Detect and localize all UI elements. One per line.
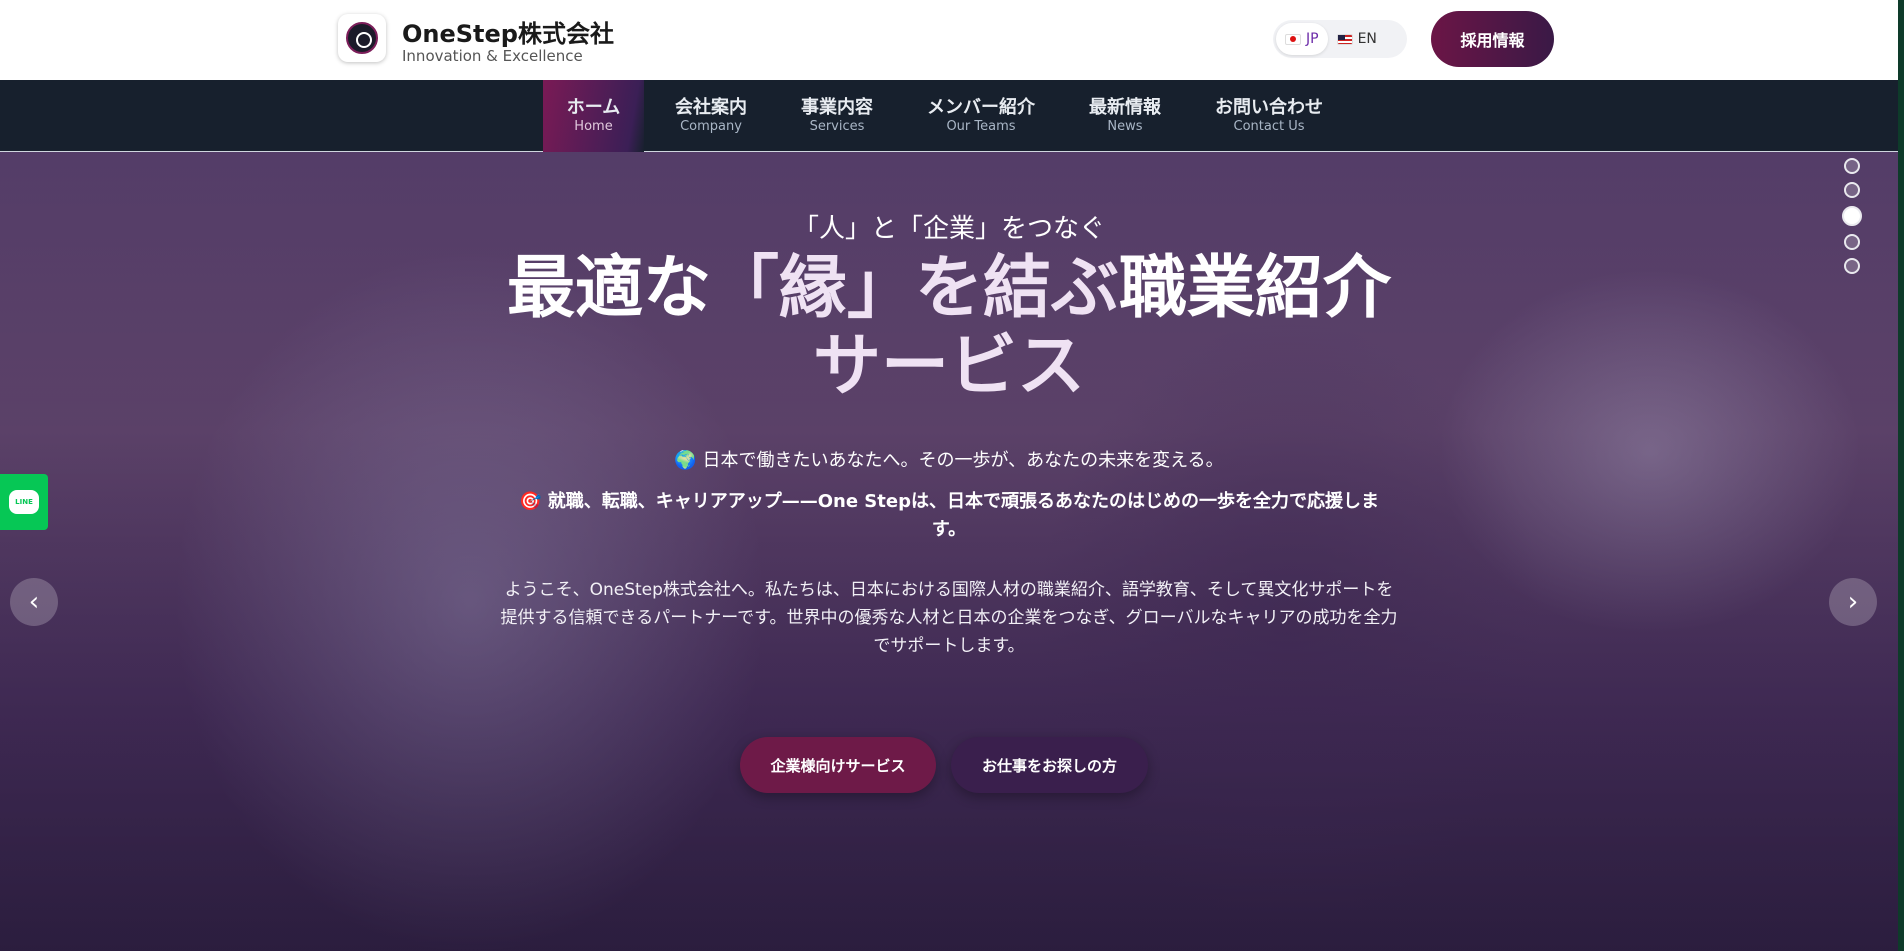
brand-name[interactable]: OneStep株式会社 — [402, 14, 614, 49]
headline-part: 最適な — [506, 249, 711, 328]
hero-headline: 最適な「縁」を結ぶ職業紹介 サービス — [449, 250, 1449, 406]
language-switcher: JP EN — [1273, 20, 1407, 58]
slide-dot-2[interactable] — [1844, 182, 1860, 198]
main-nav: ホーム Home 会社案内 Company 事業内容 Services メンバー… — [0, 80, 1898, 152]
slide-dot-5[interactable] — [1844, 258, 1860, 274]
prev-slide-button[interactable]: ‹ — [10, 578, 58, 626]
line-icon: LINE — [9, 490, 39, 514]
line-label: LINE — [15, 498, 33, 506]
site-header: OneStep株式会社 Innovation & Excellence JP E… — [0, 0, 1898, 80]
slide-dot-1[interactable] — [1844, 158, 1860, 174]
us-flag-icon — [1336, 33, 1353, 45]
nav-item-sublabel: Home — [574, 119, 613, 134]
language-jp-button[interactable]: JP — [1276, 23, 1328, 55]
logo-icon — [346, 22, 378, 54]
nav-item-sublabel: News — [1107, 119, 1143, 134]
window-edge — [1898, 0, 1904, 951]
nav-item-sublabel: Contact Us — [1233, 119, 1305, 134]
language-jp-label: JP — [1306, 31, 1319, 47]
nav-item-company[interactable]: 会社案内 Company — [660, 80, 762, 152]
nav-item-services[interactable]: 事業内容 Services — [786, 80, 888, 152]
slide-dot-4[interactable] — [1844, 234, 1860, 250]
language-en-label: EN — [1357, 31, 1377, 47]
nav-item-teams[interactable]: メンバー紹介 Our Teams — [914, 80, 1048, 152]
nav-item-label: 最新情報 — [1089, 97, 1161, 118]
headline-accent: 「縁」を結ぶ — [710, 249, 1119, 328]
nav-item-news[interactable]: 最新情報 News — [1074, 80, 1176, 152]
company-logo[interactable] — [338, 14, 386, 62]
nav-item-sublabel: Our Teams — [946, 119, 1016, 134]
hero-content: 「人」と「企業」をつなぐ 最適な「縁」を結ぶ職業紹介 サービス 🌍 日本で働きた… — [0, 152, 1898, 951]
nav-item-label: ホーム — [566, 97, 621, 118]
slide-indicators — [1842, 158, 1862, 274]
line-chat-button[interactable]: LINE — [0, 474, 48, 530]
nav-item-home[interactable]: ホーム Home — [543, 80, 644, 152]
nav-item-label: メンバー紹介 — [927, 97, 1035, 118]
headline-accent: サービス — [812, 327, 1085, 406]
nav-item-label: 事業内容 — [801, 97, 873, 118]
chevron-right-icon: › — [1847, 587, 1859, 617]
jp-flag-icon — [1285, 33, 1301, 45]
chevron-left-icon: ‹ — [28, 587, 40, 617]
hero-line-2: 🎯 就職、転職、キャリアアップ——One Stepは、日本で頑張るあなたのはじめ… — [519, 491, 1379, 540]
nav-item-sublabel: Services — [809, 119, 865, 134]
brand-tagline: Innovation & Excellence — [402, 47, 583, 65]
nav-item-sublabel: Company — [680, 119, 742, 134]
corporate-services-button[interactable]: 企業様向けサービス — [740, 737, 936, 793]
hero-line-1: 🌍 日本で働きたいあなたへ。その一歩が、あなたの未来を変える。 — [674, 450, 1224, 471]
hero-slider: 「人」と「企業」をつなぐ 最適な「縁」を結ぶ職業紹介 サービス 🌍 日本で働きた… — [0, 152, 1898, 951]
nav-item-label: 会社案内 — [675, 97, 747, 118]
hero-paragraph: ようこそ、OneStep株式会社へ。私たちは、日本における国際人材の職業紹介、語… — [500, 580, 1398, 656]
recruit-button[interactable]: 採用情報 — [1431, 11, 1554, 67]
slide-dot-3[interactable] — [1842, 206, 1862, 226]
job-seekers-button[interactable]: お仕事をお探しの方 — [951, 737, 1148, 793]
headline-part: 職業紹介 — [1119, 249, 1392, 328]
language-en-button[interactable]: EN — [1328, 23, 1386, 55]
hero-eyebrow: 「人」と「企業」をつなぐ — [792, 214, 1105, 244]
next-slide-button[interactable]: › — [1829, 578, 1877, 626]
nav-item-contact[interactable]: お問い合わせ Contact Us — [1200, 80, 1338, 152]
nav-item-label: お問い合わせ — [1215, 97, 1323, 118]
